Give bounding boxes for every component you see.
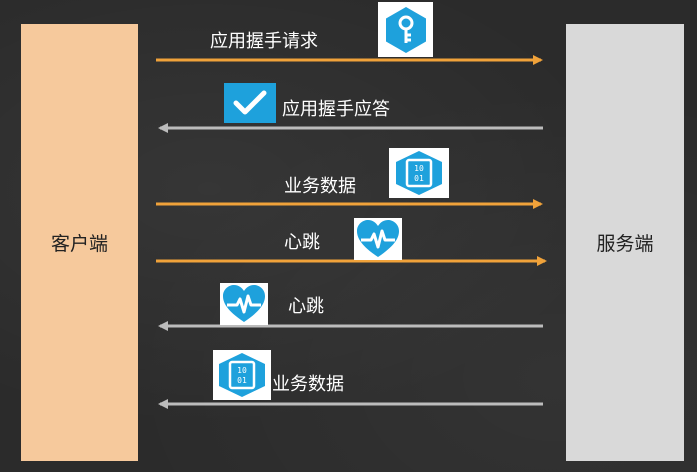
arrows-layer <box>156 55 547 409</box>
message-label-2: 应用握手应答 <box>282 99 390 120</box>
key-icon <box>378 2 433 57</box>
heartbeat-icon <box>354 218 402 260</box>
message-label-3: 业务数据 <box>284 176 356 197</box>
checkmark-icon <box>224 83 276 123</box>
message-label-4: 心跳 <box>284 232 320 253</box>
message-label-1: 应用握手请求 <box>210 31 318 52</box>
binary-data-icon: 10 01 <box>213 350 271 400</box>
message-label-5: 心跳 <box>288 296 324 317</box>
svg-text:01: 01 <box>414 174 424 183</box>
svg-text:01: 01 <box>237 376 247 385</box>
message-label-6: 业务数据 <box>272 374 344 395</box>
heartbeat-icon <box>220 283 268 325</box>
svg-text:10: 10 <box>414 164 424 173</box>
binary-data-icon: 10 01 <box>389 148 449 198</box>
svg-text:10: 10 <box>237 366 247 375</box>
